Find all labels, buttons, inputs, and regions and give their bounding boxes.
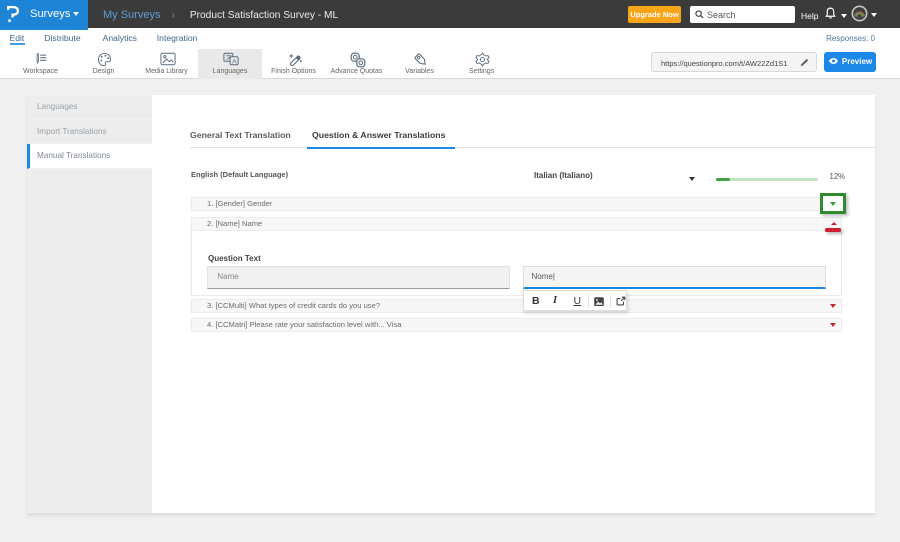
svg-text:A: A: [232, 58, 237, 65]
